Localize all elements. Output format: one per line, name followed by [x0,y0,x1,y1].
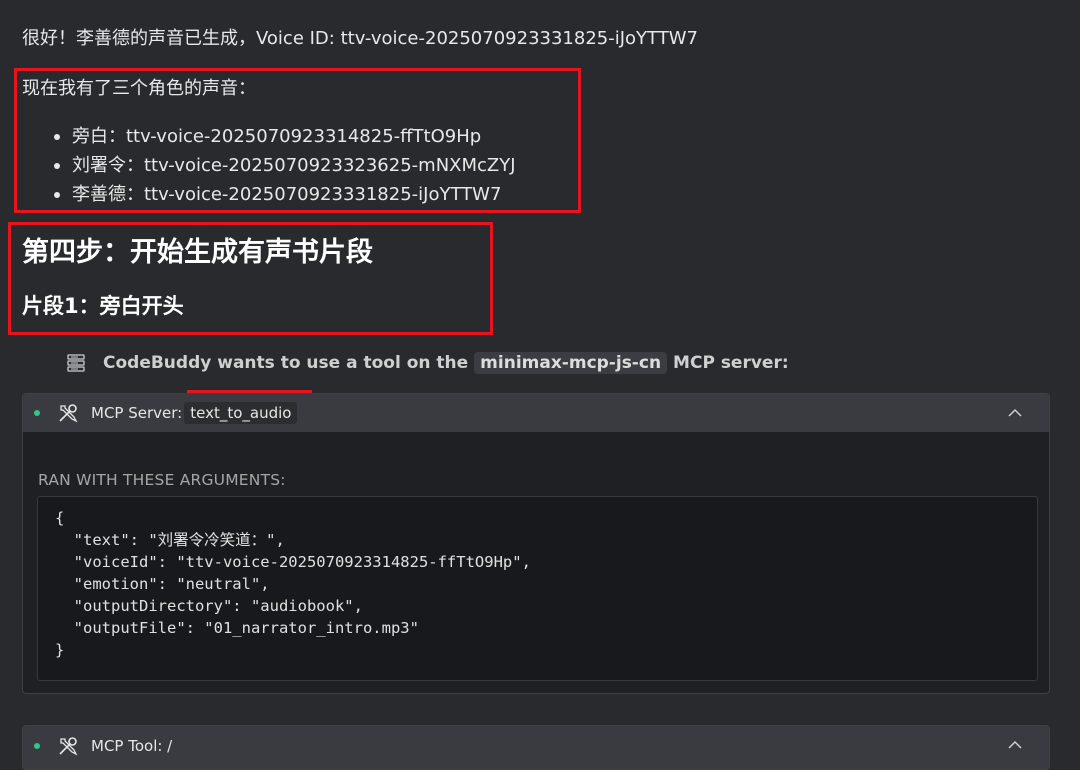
list-item: 刘署令：ttv-voice-2025070923323625-mNXMcZYJ [50,151,516,180]
list-item: 旁白：ttv-voice-2025070923314825-ffTtO9Hp [50,122,516,151]
arguments-label: RAN WITH THESE ARGUMENTS: [38,471,286,489]
code-line: "text": "刘署令冷笑道：", [55,531,285,549]
code-line: "outputDirectory": "audiobook", [55,597,363,615]
status-dot [34,743,40,749]
server-icon [67,354,85,372]
code-line: } [55,641,65,659]
panel-label: MCP Server: [91,404,183,422]
panel-header[interactable]: MCP Tool: / [23,726,1049,766]
code-line: "voiceId": "ttv-voice-2025070923314825-f… [55,553,531,571]
segment-title: 片段1：旁白开头 [22,294,184,318]
arguments-code-block: { "text": "刘署令冷笑道：", "voiceId": "ttv-voi… [37,496,1038,681]
code-line: "emotion": "neutral", [55,575,270,593]
voices-heading: 现在我有了三个角色的声音： [22,78,256,99]
tools-icon [59,404,78,423]
step-title: 第四步：开始生成有声书片段 [22,237,373,268]
mcp-tool-panel-2: MCP Tool: / [22,725,1050,770]
tool-request-line: CodeBuddy wants to use a tool on the min… [66,350,789,376]
panel-label: MCP Tool: / [91,737,173,755]
mcp-tool-panel: MCP Server: text_to_audio RAN WITH THESE… [22,393,1050,694]
list-item: 李善德：ttv-voice-2025070923331825-iJoYTTW7 [50,180,516,209]
voice-list: 旁白：ttv-voice-2025070923314825-ffTtO9Hp 刘… [50,122,516,209]
chevron-up-icon[interactable] [1007,737,1023,753]
chevron-up-icon[interactable] [1007,405,1023,421]
voice-generated-message: 很好！李善德的声音已生成，Voice ID: ttv-voice-2025070… [22,28,698,49]
tool-request-suffix: MCP server: [673,353,789,373]
tool-request-prefix: CodeBuddy wants to use a tool on the [103,353,469,373]
server-name-chip: minimax-mcp-js-cn [474,352,668,374]
status-dot [34,410,40,416]
code-line: { [55,509,65,527]
code-line: "outputFile": "01_narrator_intro.mp3" [55,619,419,637]
tool-name: text_to_audio [184,402,298,424]
tools-icon [59,737,78,756]
panel-header[interactable]: MCP Server: text_to_audio [23,394,1049,432]
